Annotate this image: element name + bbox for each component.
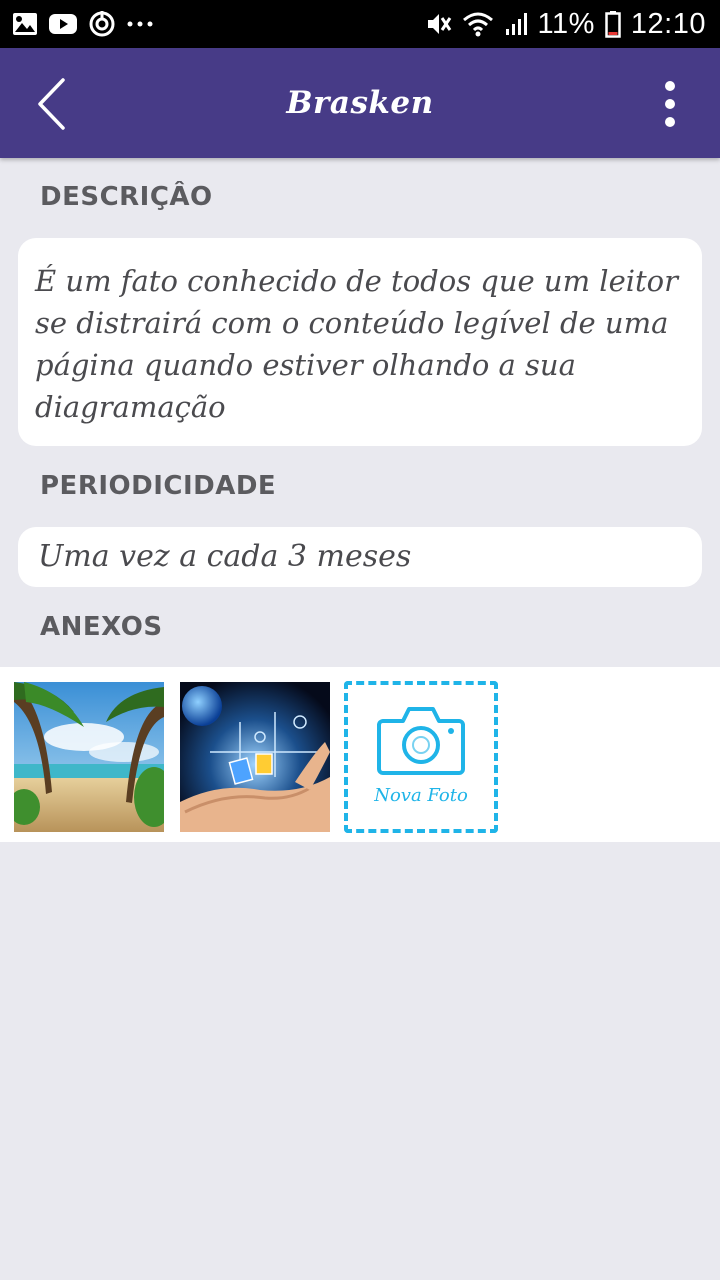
battery-icon xyxy=(605,10,621,38)
status-system: 11% 12:10 xyxy=(424,8,706,41)
clock: 12:10 xyxy=(630,7,706,40)
mute-vibrate-icon xyxy=(424,10,452,38)
new-photo-label: Nova Foto xyxy=(374,785,468,806)
page-title: Brasken xyxy=(286,85,434,121)
periodicity-label: PERIODICIDADE xyxy=(40,471,277,501)
gallery-notification-icon xyxy=(12,12,38,36)
battery-percent: 11% xyxy=(537,7,595,40)
attachments-strip: Nova Foto xyxy=(0,667,720,842)
beach-photo xyxy=(14,682,164,832)
more-notifications-icon xyxy=(126,20,154,28)
sync-notification-icon xyxy=(88,10,116,38)
new-photo-button[interactable]: Nova Foto xyxy=(344,681,498,833)
description-card: É um fato conhecido de todos que um leit… xyxy=(18,238,702,446)
youtube-notification-icon xyxy=(48,12,78,36)
periodicity-card: Uma vez a cada 3 meses xyxy=(18,527,702,587)
status-notifications xyxy=(12,10,154,38)
back-button[interactable] xyxy=(26,74,78,134)
wifi-icon xyxy=(462,11,494,37)
description-label: DESCRIÇÂO xyxy=(40,182,213,212)
more-vertical-icon xyxy=(665,81,675,127)
status-bar: 11% 12:10 xyxy=(0,0,720,48)
chevron-left-icon xyxy=(38,78,65,130)
attachments-label: ANEXOS xyxy=(40,612,163,642)
overflow-menu-button[interactable] xyxy=(650,76,690,132)
technology-photo-thumbnail[interactable] xyxy=(180,682,330,832)
app-bar: Brasken xyxy=(0,48,720,158)
beach-photo-thumbnail[interactable] xyxy=(14,682,164,832)
camera-icon xyxy=(377,707,465,775)
technology-photo xyxy=(180,682,330,832)
signal-icon xyxy=(504,11,528,37)
